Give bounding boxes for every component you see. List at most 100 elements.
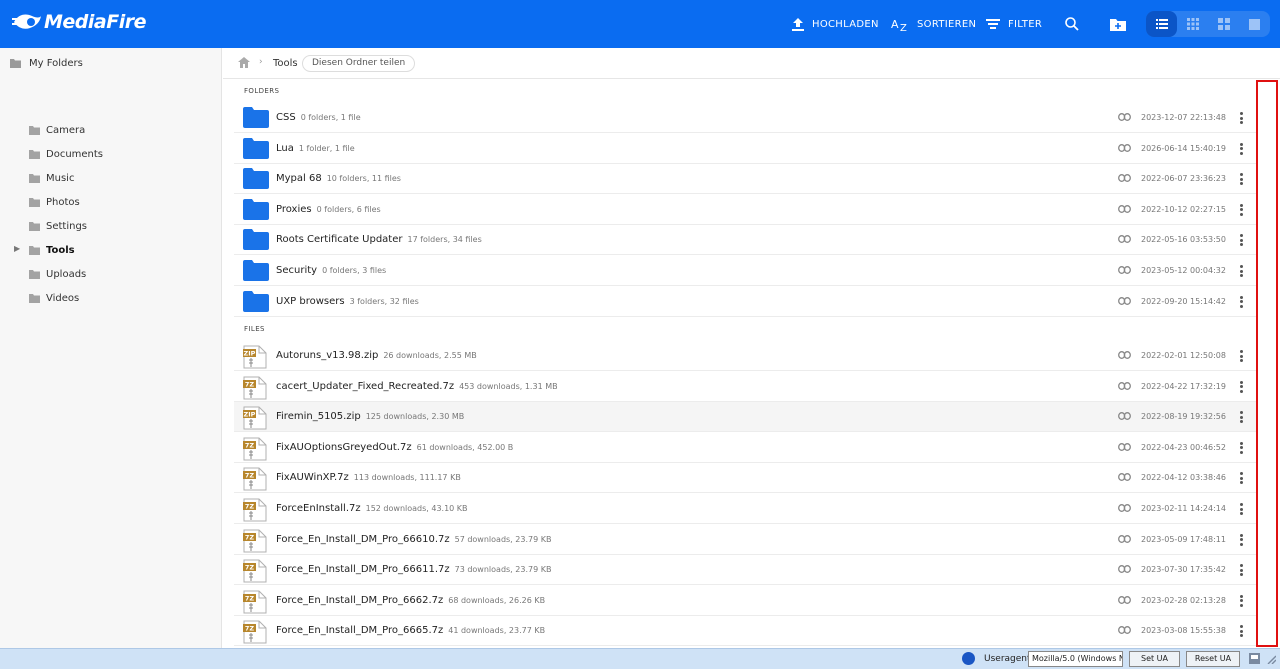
chevron-right-icon: › — [259, 57, 263, 67]
more-options-icon[interactable] — [1234, 593, 1248, 609]
file-row[interactable]: ZIP Firemin_5105.zip 125 downloads, 2.30 M… — [234, 402, 1256, 433]
sidebar-item[interactable]: Tools — [29, 240, 75, 260]
more-options-icon[interactable] — [1234, 294, 1248, 310]
sidebar-item[interactable]: Videos — [29, 288, 79, 308]
resize-grip-icon[interactable] — [1265, 653, 1276, 664]
filter-button[interactable]: FILTER — [986, 0, 1042, 48]
more-options-icon[interactable] — [1234, 623, 1248, 639]
item-name[interactable]: Force_En_Install_DM_Pro_6665.7z 41 downlo… — [276, 625, 545, 636]
folder-row[interactable]: UXP browsers 3 folders, 32 files 2022-09-2… — [234, 287, 1256, 317]
link-icon[interactable] — [1118, 473, 1131, 482]
more-options-icon[interactable] — [1234, 232, 1248, 248]
file-row[interactable]: 7Z Force_En_Install_DM_Pro_66611.7z 73 dow… — [234, 555, 1256, 586]
item-name[interactable]: Autoruns_v13.98.zip 26 downloads, 2.55 MB — [276, 350, 477, 361]
sidebar-item[interactable]: Settings — [29, 216, 87, 236]
link-icon[interactable] — [1118, 595, 1131, 604]
expand-caret-icon[interactable]: ▶ — [14, 244, 20, 253]
more-options-icon[interactable] — [1234, 348, 1248, 364]
link-icon[interactable] — [1118, 143, 1131, 152]
more-options-icon[interactable] — [1234, 141, 1248, 157]
item-name[interactable]: Security 0 folders, 3 files — [276, 265, 386, 276]
item-name[interactable]: cacert_Updater_Fixed_Recreated.7z 453 dow… — [276, 381, 558, 392]
file-row[interactable]: 7Z Force_En_Install_DM_Pro_6665.7z 41 down… — [234, 616, 1256, 647]
grid-large-view-button[interactable] — [1208, 11, 1239, 37]
item-name[interactable]: UXP browsers 3 folders, 32 files — [276, 296, 419, 307]
link-icon[interactable] — [1118, 534, 1131, 543]
new-folder-button[interactable] — [1110, 0, 1134, 48]
link-icon[interactable] — [1118, 565, 1131, 574]
upload-button[interactable]: HOCHLADEN — [792, 0, 879, 48]
sidebar-item[interactable]: Uploads — [29, 264, 86, 284]
mediafire-logo[interactable]: MediaFire — [12, 10, 146, 34]
link-icon[interactable] — [1118, 266, 1131, 274]
sort-button[interactable]: A Z SORTIEREN — [891, 0, 976, 48]
link-icon[interactable] — [1118, 174, 1131, 183]
list-view-button[interactable] — [1146, 11, 1177, 37]
more-options-icon[interactable] — [1234, 263, 1248, 279]
link-icon[interactable] — [1118, 235, 1131, 244]
sidebar-item[interactable]: Documents — [29, 144, 103, 164]
link-icon[interactable] — [1118, 351, 1131, 359]
addon-icon[interactable] — [1249, 653, 1260, 664]
item-name[interactable]: FixAUWinXP.7z 113 downloads, 111.17 KB — [276, 472, 461, 483]
item-name[interactable]: ForceEnInstall.7z 152 downloads, 43.10 KB — [276, 503, 468, 514]
more-options-icon[interactable] — [1234, 501, 1248, 517]
sidebar-item[interactable]: Camera — [29, 120, 85, 140]
folder-row[interactable]: Roots Certificate Updater 17 folders, 34 … — [234, 225, 1256, 256]
item-name[interactable]: Force_En_Install_DM_Pro_66611.7z 73 downl… — [276, 564, 551, 575]
svg-text:A: A — [891, 18, 899, 31]
item-name-text: Firemin_5105.zip — [276, 411, 361, 423]
item-name[interactable]: Lua 1 folder, 1 file — [276, 143, 355, 154]
file-row[interactable]: 7Z ForceEnInstall.7z 152 downloads, 43.10 … — [234, 494, 1256, 524]
more-options-icon[interactable] — [1234, 532, 1248, 548]
link-icon[interactable] — [1118, 381, 1131, 390]
folder-row[interactable]: CSS 0 folders, 1 file 2023-12-07 22:13:48 — [234, 103, 1256, 133]
more-options-icon[interactable] — [1234, 409, 1248, 425]
more-options-icon[interactable] — [1234, 202, 1248, 218]
reset-ua-button[interactable]: Reset UA — [1186, 651, 1240, 667]
file-row[interactable]: 7Z FixAUWinXP.7z 113 downloads, 111.17 KB 2… — [234, 463, 1256, 494]
item-name[interactable]: Proxies 0 folders, 6 files — [276, 204, 381, 215]
my-folders-root[interactable]: My Folders — [10, 58, 83, 69]
item-name[interactable]: Firemin_5105.zip 125 downloads, 2.30 MB — [276, 411, 464, 422]
search-button[interactable] — [1065, 0, 1087, 48]
single-view-button[interactable] — [1239, 11, 1270, 37]
sidebar-item[interactable]: Photos — [29, 192, 80, 212]
folder-row[interactable]: Proxies 0 folders, 6 files 2022-10-12 02:2… — [234, 195, 1256, 225]
useragent-input[interactable]: Mozilla/5.0 (Windows NT — [1028, 651, 1123, 667]
file-row[interactable]: 7Z cacert_Updater_Fixed_Recreated.7z 453 d… — [234, 372, 1256, 402]
grid-small-view-button[interactable] — [1177, 11, 1208, 37]
more-options-icon[interactable] — [1234, 440, 1248, 456]
folder-row[interactable]: Lua 1 folder, 1 file 2026-06-14 15:40:19 — [234, 134, 1256, 164]
link-icon[interactable] — [1118, 113, 1131, 121]
link-icon[interactable] — [1118, 204, 1131, 213]
more-options-icon[interactable] — [1234, 562, 1248, 578]
share-folder-button[interactable]: Diesen Ordner teilen — [302, 55, 416, 72]
sidebar-item[interactable]: Music — [29, 168, 74, 188]
item-name[interactable]: Force_En_Install_DM_Pro_66610.7z 57 downl… — [276, 534, 551, 545]
item-name[interactable]: FixAUOptionsGreyedOut.7z 61 downloads, 45… — [276, 442, 513, 453]
file-row[interactable]: ZIP Autoruns_v13.98.zip 26 downloads, 2.55… — [234, 341, 1256, 371]
svg-text:7Z: 7Z — [245, 441, 255, 449]
folder-row[interactable]: Mypal 68 10 folders, 11 files 2022-06-07 2… — [234, 164, 1256, 195]
file-row[interactable]: 7Z FixAUOptionsGreyedOut.7z 61 downloads, … — [234, 433, 1256, 463]
link-icon[interactable] — [1118, 296, 1131, 305]
more-options-icon[interactable] — [1234, 470, 1248, 486]
item-name[interactable]: CSS 0 folders, 1 file — [276, 112, 361, 123]
file-row[interactable]: 7Z Force_En_Install_DM_Pro_6662.7z 68 down… — [234, 586, 1256, 616]
item-name[interactable]: Mypal 68 10 folders, 11 files — [276, 173, 401, 184]
link-icon[interactable] — [1118, 504, 1131, 512]
link-icon[interactable] — [1118, 626, 1131, 635]
link-icon[interactable] — [1118, 442, 1131, 451]
more-options-icon[interactable] — [1234, 379, 1248, 395]
file-row[interactable]: 7Z Force_En_Install_DM_Pro_66610.7z 57 dow… — [234, 525, 1256, 555]
item-name[interactable]: Force_En_Install_DM_Pro_6662.7z 68 downlo… — [276, 595, 545, 606]
folder-row[interactable]: Security 0 folders, 3 files 2023-05-12 00:… — [234, 256, 1256, 286]
set-ua-button[interactable]: Set UA — [1129, 651, 1180, 667]
link-icon[interactable] — [1118, 412, 1131, 421]
more-options-icon[interactable] — [1234, 171, 1248, 187]
item-name[interactable]: Roots Certificate Updater 17 folders, 34 … — [276, 234, 482, 245]
more-options-icon[interactable] — [1234, 110, 1248, 126]
home-icon[interactable] — [238, 57, 250, 68]
archive-file-icon: ZIP — [243, 406, 267, 430]
